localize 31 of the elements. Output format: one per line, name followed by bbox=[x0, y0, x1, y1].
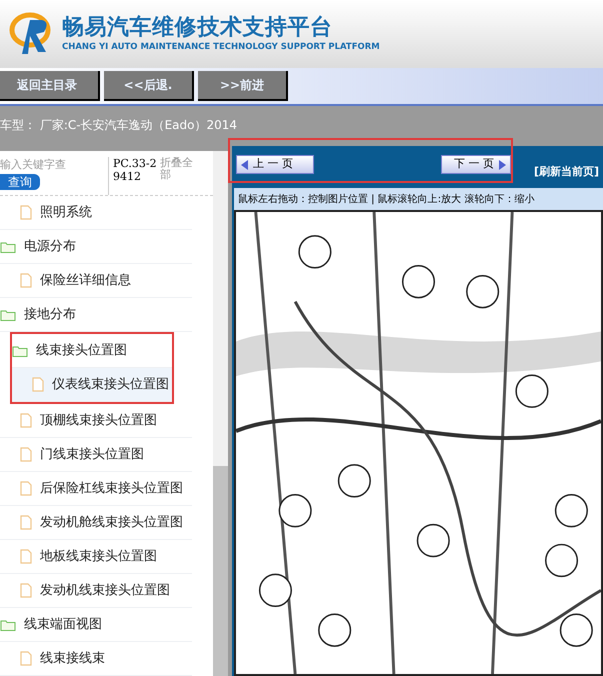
left-arrow-icon bbox=[241, 160, 249, 170]
file-icon bbox=[20, 273, 32, 288]
file-icon bbox=[20, 481, 32, 496]
vehicle-info: 车型： 厂家:C-长安汽车逸动（Eado）2014 bbox=[0, 118, 237, 132]
folder-icon bbox=[0, 240, 16, 252]
site-title: 畅易汽车维修技术支持平台 bbox=[62, 14, 334, 42]
next-page-button[interactable]: 下 一 页 bbox=[441, 155, 511, 174]
nav-button[interactable]: <<后退. bbox=[104, 71, 194, 101]
usage-hint: 鼠标左右拖动：控制图片位置 | 鼠标滚轮向上:放大 滚轮向下：缩小 bbox=[238, 192, 534, 206]
file-icon bbox=[20, 583, 32, 598]
search-button[interactable]: 查询 bbox=[0, 174, 40, 190]
tree-item[interactable]: 仪表线束接头位置图 bbox=[12, 368, 172, 402]
nav-button[interactable]: 返回主目录 bbox=[0, 71, 100, 101]
right-arrow-icon bbox=[498, 160, 506, 170]
file-icon bbox=[20, 651, 32, 666]
scrollbar[interactable] bbox=[213, 151, 228, 676]
search-field[interactable]: 输入关键字查 bbox=[0, 157, 100, 174]
file-icon bbox=[20, 413, 32, 428]
nav-button[interactable]: >>前进 bbox=[198, 71, 288, 101]
file-icon bbox=[20, 549, 32, 564]
code-label: PC.33-29412 bbox=[108, 157, 160, 195]
file-icon bbox=[20, 515, 32, 530]
file-icon bbox=[32, 377, 44, 392]
folder-icon bbox=[0, 618, 16, 630]
folder-icon bbox=[0, 308, 16, 320]
file-icon bbox=[20, 447, 32, 462]
site-subtitle: CHANG YI AUTO MAINTENANCE TECHNOLOGY SUPPORT PLATFORM bbox=[62, 41, 380, 54]
folder-icon bbox=[12, 344, 28, 356]
previous-page-button[interactable]: 上 一 页 bbox=[236, 155, 314, 174]
refresh-link[interactable]: [刷新当前页] bbox=[534, 161, 599, 183]
file-icon bbox=[20, 205, 32, 220]
